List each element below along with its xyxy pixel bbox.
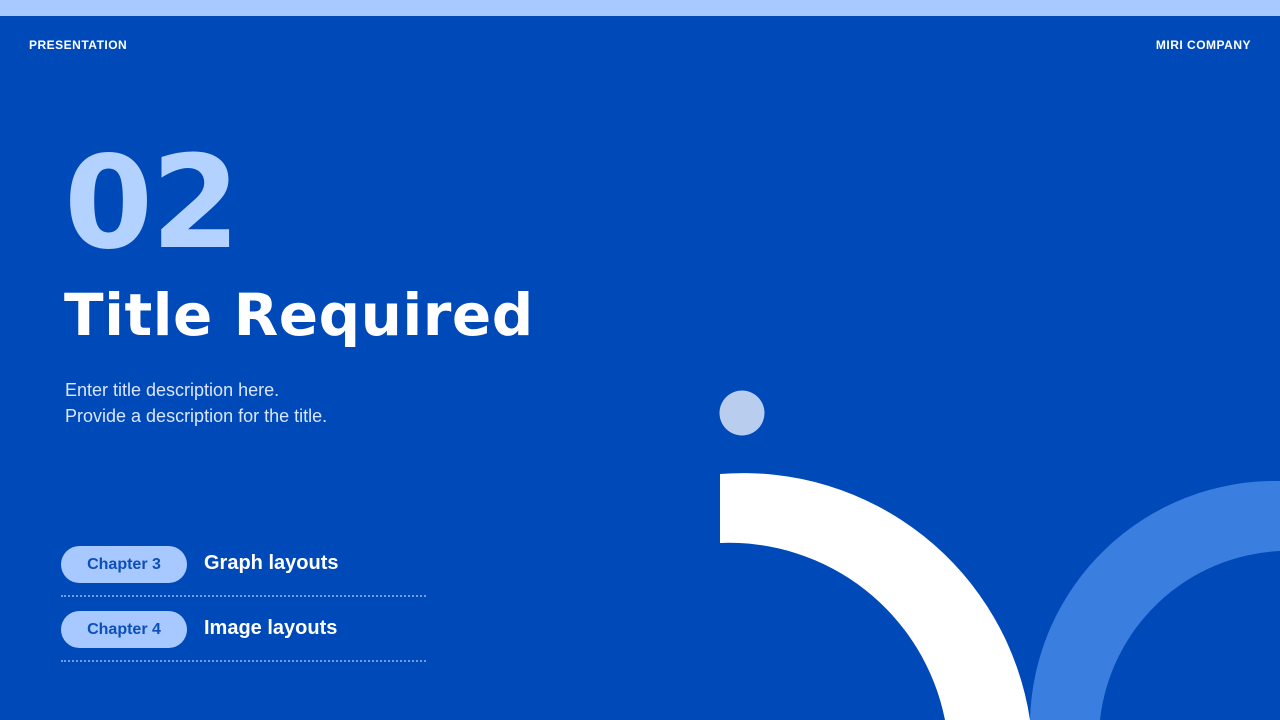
white-arc [720,473,1030,720]
blue-arc [1030,480,1280,720]
chapter-pill[interactable]: Chapter 3 [61,546,187,583]
chapter-item-3[interactable]: Chapter 3 Graph layouts [61,546,426,584]
header-presentation-label: PRESENTATION [29,38,128,52]
chapter-label[interactable]: Image layouts [204,617,337,640]
description-line-2: Provide a description for the title. [65,406,328,426]
top-accent-bar [0,0,1280,16]
chapter-label[interactable]: Graph layouts [204,552,338,575]
chapter-item-4[interactable]: Chapter 4 Image layouts [61,611,426,649]
section-number: 02 [64,129,240,278]
chapter-divider [61,595,426,597]
decorative-dot [719,390,765,436]
section-description: Enter title description here. Provide a … [65,377,327,429]
description-line-1: Enter title description here. [65,380,280,400]
header-company-name: MIRI COMPANY [1155,38,1251,52]
slide: PRESENTATION MIRI COMPANY 02 Title Requi… [0,0,1280,720]
chapter-divider [61,660,426,662]
chapter-pill[interactable]: Chapter 4 [61,611,187,648]
section-title: Title Required [64,281,534,349]
